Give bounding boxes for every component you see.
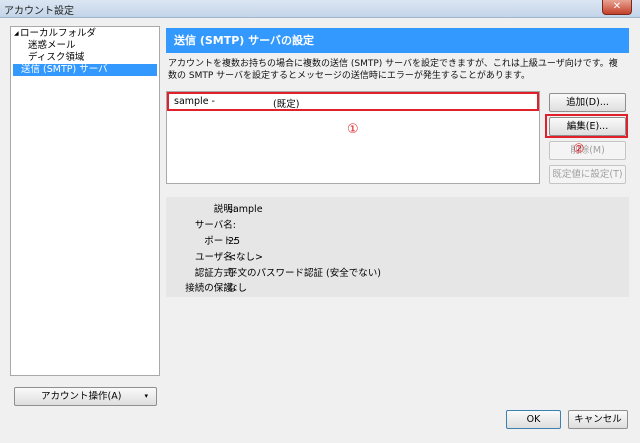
detail-value: <なし> (228, 252, 263, 263)
tree-item-junk[interactable]: 迷惑メール (28, 40, 76, 52)
description-line-2: 数の SMTP サーバを設定するとメッセージの送信時にエラーが発生することがあり… (168, 71, 530, 81)
server-details: 説明: sample サーバ名: ポート: 25 ユーザ名: <なし> 認証方式… (166, 197, 629, 297)
server-row[interactable]: sample - (既定) (167, 92, 539, 111)
annotation-1: ① (347, 122, 359, 137)
server-name: sample - (174, 96, 215, 107)
account-tree[interactable]: ◢ローカルフォルダ 迷惑メール ディスク領域 送信 (SMTP) サーバ (10, 26, 160, 376)
detail-row-username: ユーザ名: <なし> (166, 250, 629, 266)
delete-button[interactable]: 削除(M) (549, 141, 626, 160)
detail-value: 平文のパスワード認証 (安全でない) (228, 268, 381, 279)
edit-button[interactable]: 編集(E)... (549, 117, 626, 136)
description-line-1: アカウントを複数お持ちの場合に複数の送信 (SMTP) サーバを設定できますが、… (168, 59, 618, 69)
tree-item-disk-space[interactable]: ディスク領域 (28, 52, 84, 64)
annotation-2: ② (573, 142, 585, 157)
dropdown-arrow-icon: ▾ (144, 392, 148, 400)
cancel-button[interactable]: キャンセル (568, 410, 628, 429)
tree-item-local-folders[interactable]: ◢ローカルフォルダ (14, 28, 96, 40)
detail-row-server-name: サーバ名: (166, 218, 629, 234)
set-default-button[interactable]: 既定値に設定(T) (549, 165, 626, 184)
smtp-server-list[interactable]: sample - (既定) ① (166, 91, 540, 184)
tree-item-smtp-server[interactable]: 送信 (SMTP) サーバ (13, 64, 157, 76)
title-bar: アカウント設定 ✕ (0, 0, 640, 18)
account-actions-label: アカウント操作(A) (41, 391, 122, 402)
detail-label: サーバ名: (194, 220, 236, 231)
tree-item-label: ローカルフォルダ (20, 28, 97, 39)
detail-row-auth-method: 認証方式: 平文のパスワード認証 (安全でない) (166, 266, 629, 282)
detail-value: 25 (228, 236, 241, 247)
page-title: 送信 (SMTP) サーバの設定 (166, 28, 629, 53)
detail-row-description: 説明: sample (166, 202, 629, 218)
detail-row-connection-security: 接続の保護: なし (166, 281, 629, 297)
description: アカウントを複数お持ちの場合に複数の送信 (SMTP) サーバを設定できますが、… (168, 58, 630, 82)
detail-value: なし (228, 283, 248, 294)
close-button[interactable]: ✕ (602, 0, 632, 15)
add-button[interactable]: 追加(D)... (549, 93, 626, 112)
ok-button[interactable]: OK (506, 410, 561, 429)
server-default-badge: (既定) (273, 99, 300, 110)
window-title: アカウント設定 (4, 6, 74, 17)
account-actions-button[interactable]: アカウント操作(A) ▾ (14, 387, 157, 406)
detail-row-port: ポート: 25 (166, 234, 629, 250)
detail-value: sample (228, 204, 263, 215)
